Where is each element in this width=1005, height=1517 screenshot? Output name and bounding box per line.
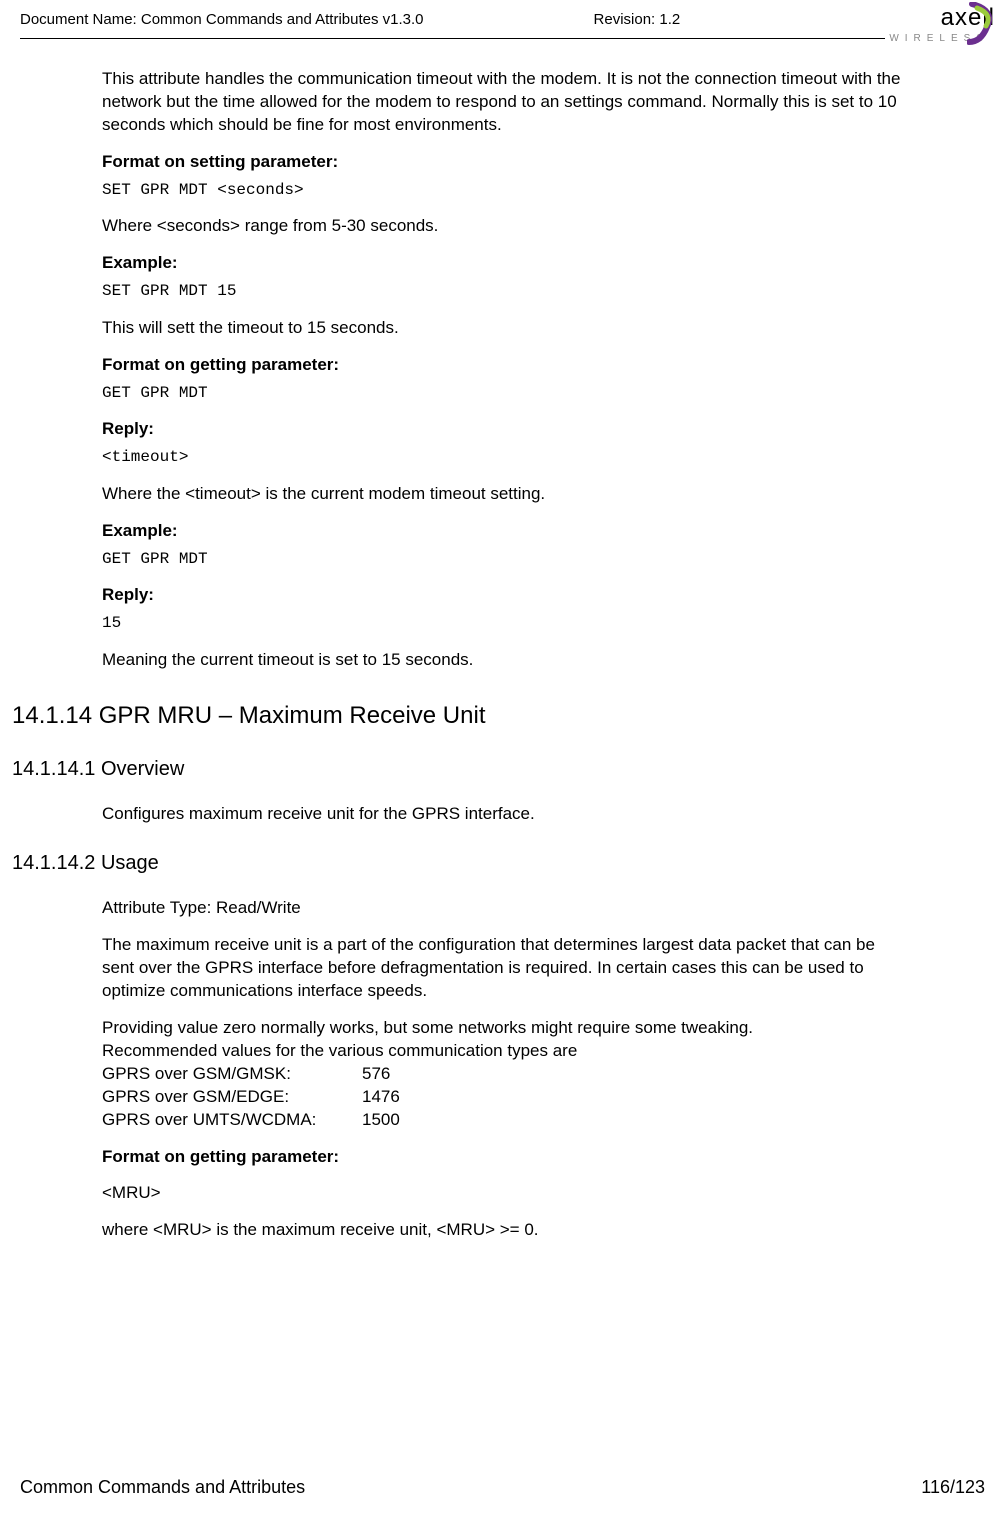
rec-row-gmsk: GPRS over GSM/GMSK: 576 bbox=[102, 1063, 905, 1086]
seconds-range: Where <seconds> range from 5-30 seconds. bbox=[102, 215, 905, 238]
logo-swirl-icon bbox=[967, 2, 997, 47]
page-header: Document Name: Common Commands and Attri… bbox=[0, 0, 1005, 50]
format-get-heading-2: Format on getting parameter: bbox=[102, 1146, 905, 1169]
rec-row-edge: GPRS over GSM/EDGE: 1476 bbox=[102, 1086, 905, 1109]
code-set: SET GPR MDT <seconds> bbox=[102, 180, 905, 202]
attribute-type: Attribute Type: Read/Write bbox=[102, 897, 905, 920]
rec-value: 1476 bbox=[362, 1086, 400, 1109]
mru-placeholder: <MRU> bbox=[102, 1182, 905, 1205]
header-divider bbox=[20, 38, 885, 39]
revision-label: Revision: 1.2 bbox=[594, 10, 681, 30]
code-get: GET GPR MDT bbox=[102, 383, 905, 405]
section-14-1-14-heading: 14.1.14 GPR MRU – Maximum Receive Unit bbox=[12, 700, 905, 732]
format-set-heading: Format on setting parameter: bbox=[102, 151, 905, 174]
code-reply-2: 15 bbox=[102, 613, 905, 635]
rec-intro-1: Providing value zero normally works, but… bbox=[102, 1017, 905, 1040]
rec-label: GPRS over UMTS/WCDMA: bbox=[102, 1109, 362, 1132]
rec-value: 576 bbox=[362, 1063, 390, 1086]
page-content: This attribute handles the communication… bbox=[0, 50, 1005, 1242]
example-heading-1: Example: bbox=[102, 252, 905, 275]
rec-intro-2: Recommended values for the various commu… bbox=[102, 1040, 905, 1063]
code-example-1: SET GPR MDT 15 bbox=[102, 281, 905, 303]
rec-label: GPRS over GSM/GMSK: bbox=[102, 1063, 362, 1086]
reply-explain-2: Meaning the current timeout is set to 15… bbox=[102, 649, 905, 672]
reply-heading-2: Reply: bbox=[102, 584, 905, 607]
reply-heading-1: Reply: bbox=[102, 418, 905, 441]
reply-explain-1: Where the <timeout> is the current modem… bbox=[102, 483, 905, 506]
overview-text: Configures maximum receive unit for the … bbox=[102, 803, 905, 826]
page-footer: Common Commands and Attributes 116/123 bbox=[20, 1475, 985, 1499]
example-explain-1: This will sett the timeout to 15 seconds… bbox=[102, 317, 905, 340]
intro-paragraph: This attribute handles the communication… bbox=[102, 68, 905, 137]
rec-value: 1500 bbox=[362, 1109, 400, 1132]
code-reply-1: <timeout> bbox=[102, 447, 905, 469]
mru-description: The maximum receive unit is a part of th… bbox=[102, 934, 905, 1003]
overview-heading: 14.1.14.1 Overview bbox=[12, 756, 905, 783]
mru-constraint: where <MRU> is the maximum receive unit,… bbox=[102, 1219, 905, 1242]
format-get-heading: Format on getting parameter: bbox=[102, 354, 905, 377]
document-name: Document Name: Common Commands and Attri… bbox=[20, 10, 424, 30]
rec-label: GPRS over GSM/EDGE: bbox=[102, 1086, 362, 1109]
footer-title: Common Commands and Attributes bbox=[20, 1475, 305, 1499]
usage-heading: 14.1.14.2 Usage bbox=[12, 850, 905, 877]
brand-logo: axell WIRELESS bbox=[865, 2, 995, 52]
rec-row-wcdma: GPRS over UMTS/WCDMA: 1500 bbox=[102, 1109, 905, 1132]
page-number: 116/123 bbox=[921, 1475, 985, 1499]
code-example-2: GET GPR MDT bbox=[102, 549, 905, 571]
recommended-block: Providing value zero normally works, but… bbox=[102, 1017, 905, 1132]
example-heading-2: Example: bbox=[102, 520, 905, 543]
